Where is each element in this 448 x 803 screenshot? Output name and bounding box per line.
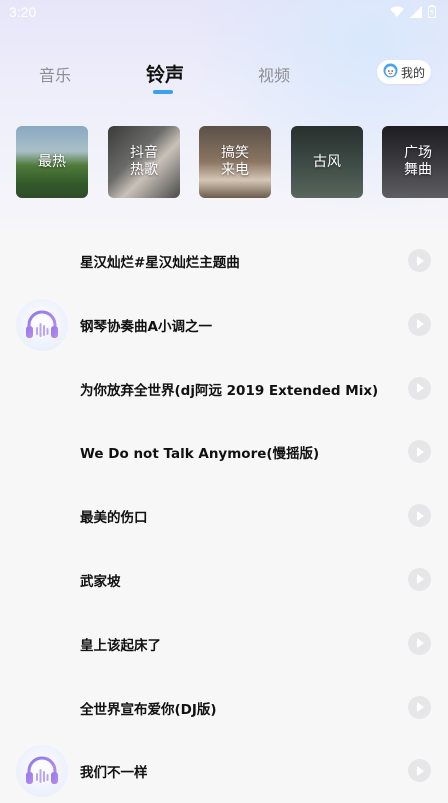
ringtone-title: 为你放弃全世界(dj阿远 2019 Extended Mix): [80, 382, 379, 399]
list-item[interactable]: We Do not Talk Anymore(慢摇版): [0, 420, 448, 484]
play-icon[interactable]: [408, 249, 431, 272]
category-card-square-dance[interactable]: 广场 舞曲: [382, 126, 448, 198]
play-icon[interactable]: [408, 376, 431, 400]
category-label: 古风: [313, 153, 341, 170]
category-row: 最热 抖音 热歌 搞笑 来电 古风 广场 舞曲: [16, 126, 448, 198]
list-item[interactable]: 皇上该起床了: [0, 612, 448, 676]
play-icon[interactable]: [408, 504, 431, 528]
wifi-icon: [390, 6, 404, 22]
avatar-icon: [383, 63, 398, 81]
list-item[interactable]: 武家坡: [0, 548, 448, 612]
ringtone-title: 武家坡: [80, 573, 121, 590]
category-label: 抖音 热歌: [130, 145, 158, 178]
tab-music[interactable]: 音乐: [39, 62, 71, 86]
list-item[interactable]: 为你放弃全世界(dj阿远 2019 Extended Mix): [0, 357, 448, 421]
signal-icon: [410, 5, 422, 22]
play-icon[interactable]: [408, 440, 431, 464]
ringtone-list: 星汉灿烂#星汉灿烂主题曲 钢琴协奏曲A小调之一 为你放弃全世界(dj阿远 201…: [0, 229, 448, 803]
play-icon[interactable]: [408, 312, 431, 336]
ringtone-title: 钢琴协奏曲A小调之一: [80, 318, 212, 335]
ringtone-title: 我们不一样: [80, 765, 148, 782]
ringtone-title: 皇上该起床了: [80, 637, 161, 654]
play-icon[interactable]: [408, 759, 431, 783]
list-item[interactable]: 星汉灿烂#星汉灿烂主题曲: [0, 229, 448, 293]
headphones-icon: [16, 745, 68, 798]
ringtone-title: 全世界宣布爱你(DJ版): [80, 701, 217, 718]
status-bar: 3:20: [0, 0, 448, 26]
category-label: 搞笑 来电: [221, 145, 249, 178]
battery-icon: [428, 5, 436, 22]
tab-ringtone[interactable]: 铃声: [146, 60, 184, 87]
category-card-douyin[interactable]: 抖音 热歌: [108, 126, 180, 198]
list-item[interactable]: 最美的伤口: [0, 484, 448, 548]
category-label: 广场 舞曲: [404, 145, 432, 178]
category-label: 最热: [38, 153, 66, 170]
play-icon[interactable]: [408, 695, 431, 719]
ringtone-title: 星汉灿烂#星汉灿烂主题曲: [80, 255, 240, 271]
ringtone-title: 最美的伤口: [80, 510, 148, 527]
category-card-hottest[interactable]: 最热: [16, 126, 88, 198]
headphones-icon: [16, 298, 68, 351]
category-card-funny-call[interactable]: 搞笑 来电: [199, 126, 271, 198]
category-card-ancient-style[interactable]: 古风: [291, 126, 363, 198]
top-tabs: 音乐 铃声 视频 我的: [0, 52, 448, 98]
mine-button-label: 我的: [400, 65, 425, 80]
mine-button[interactable]: 我的: [377, 60, 431, 84]
play-icon[interactable]: [408, 567, 431, 591]
status-icons: [390, 5, 436, 22]
active-tab-indicator: [153, 90, 173, 94]
list-item[interactable]: 我们不一样: [0, 739, 448, 803]
list-item[interactable]: 全世界宣布爱你(DJ版): [0, 676, 448, 740]
list-item[interactable]: 钢琴协奏曲A小调之一: [0, 293, 448, 357]
status-time: 3:20: [9, 4, 37, 20]
play-icon[interactable]: [408, 631, 431, 655]
ringtone-title: We Do not Talk Anymore(慢摇版): [80, 446, 320, 463]
tab-video[interactable]: 视频: [258, 62, 290, 86]
